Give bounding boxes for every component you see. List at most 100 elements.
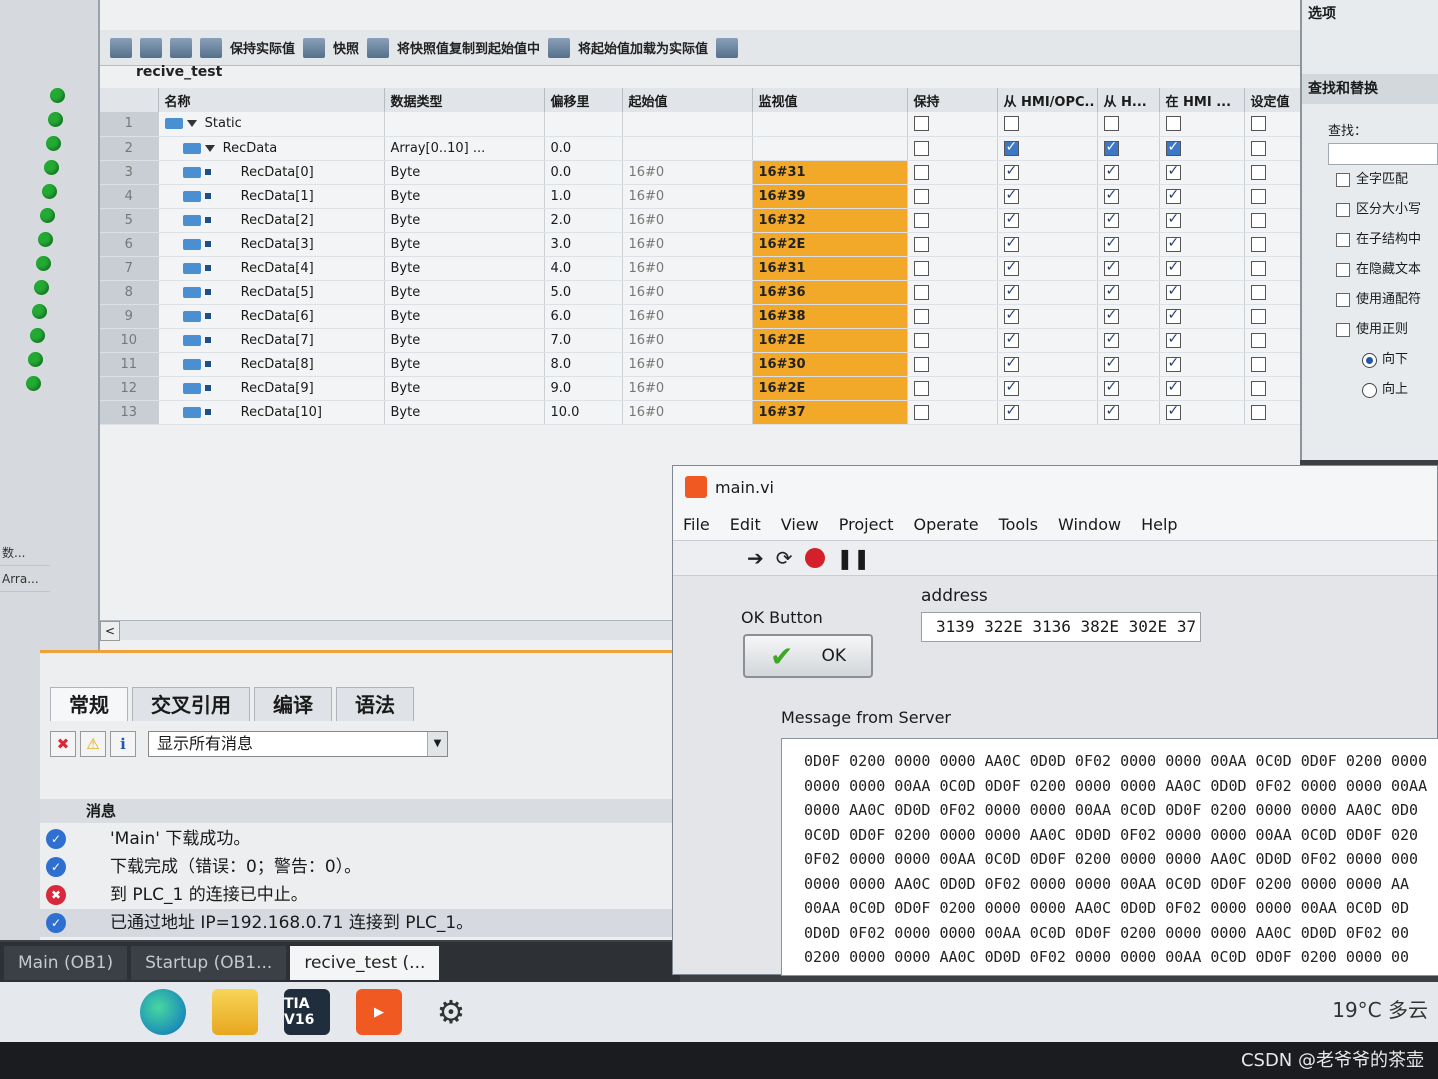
row-start-cell[interactable]: 16#0 — [622, 232, 753, 257]
h-checkbox[interactable] — [1103, 331, 1119, 348]
retain-checkbox[interactable] — [913, 236, 929, 252]
row-start-cell[interactable]: 16#0 — [622, 400, 753, 425]
message-row[interactable]: ✓ 已通过地址 IP=192.168.0.71 连接到 PLC_1。 — [40, 909, 680, 937]
table-row[interactable]: 11 RecData[8] Byte 8.0 16#0 16#30 — [100, 352, 1301, 377]
row-h-cell[interactable] — [1097, 376, 1160, 401]
row-type-cell[interactable]: Byte — [384, 208, 545, 233]
find-replace-header[interactable]: 查找和替换 — [1302, 74, 1438, 104]
setpoint-checkbox[interactable] — [1250, 356, 1266, 372]
row-hmi-cell[interactable] — [997, 304, 1098, 329]
menu-edit[interactable]: Edit — [730, 515, 761, 534]
message-row[interactable]: ✖ 到 PLC_1 的连接已中止。 — [40, 881, 680, 909]
in-hmi-checkbox[interactable] — [1165, 379, 1181, 396]
hmi-checkbox[interactable] — [1003, 139, 1019, 156]
row-in-hmi-cell[interactable] — [1159, 352, 1245, 377]
row-type-cell[interactable]: Byte — [384, 376, 545, 401]
error-filter-icon[interactable]: ✖ — [50, 731, 76, 757]
row-type-cell[interactable]: Byte — [384, 256, 545, 281]
row-h-cell[interactable] — [1097, 280, 1160, 305]
h-checkbox[interactable] — [1103, 355, 1119, 372]
hmi-checkbox[interactable] — [1003, 355, 1019, 372]
regex-option[interactable]: 使用正则 — [1302, 315, 1438, 345]
match-case-checkbox[interactable] — [1336, 203, 1350, 217]
row-type-cell[interactable]: Array[0..10] ... — [384, 136, 545, 161]
setpoint-checkbox[interactable] — [1250, 116, 1266, 132]
row-name-cell[interactable]: RecData[5] — [158, 280, 385, 305]
table-row[interactable]: 3 RecData[0] Byte 0.0 16#0 16#31 — [100, 160, 1301, 185]
row-retain-cell[interactable] — [907, 400, 998, 425]
row-hmi-cell[interactable] — [997, 208, 1098, 233]
whole-word-checkbox[interactable] — [1336, 173, 1350, 187]
row-type-cell[interactable]: Byte — [384, 328, 545, 353]
col-from-h[interactable]: 从 H... — [1097, 88, 1160, 112]
row-start-cell[interactable]: 16#0 — [622, 256, 753, 281]
table-row[interactable]: 13 RecData[10] Byte 10.0 16#0 16#37 — [100, 400, 1301, 425]
table-row[interactable]: 12 RecData[9] Byte 9.0 16#0 16#2E — [100, 376, 1301, 401]
insert-row-icon[interactable] — [140, 37, 162, 58]
row-hmi-cell[interactable] — [997, 280, 1098, 305]
row-retain-cell[interactable] — [907, 160, 998, 185]
row-setpoint-cell[interactable] — [1244, 136, 1301, 161]
monitor-icon[interactable] — [200, 37, 222, 58]
row-retain-cell[interactable] — [907, 232, 998, 257]
row-type-cell[interactable]: Byte — [384, 304, 545, 329]
copy-snapshot-button[interactable]: 将快照值复制到起始值中 — [397, 38, 540, 57]
row-type-cell[interactable]: Byte — [384, 280, 545, 305]
row-hmi-cell[interactable] — [997, 400, 1098, 425]
row-setpoint-cell[interactable] — [1244, 352, 1301, 377]
retain-checkbox[interactable] — [913, 140, 929, 156]
in-hmi-checkbox[interactable] — [1165, 163, 1181, 180]
col-from-hmi-opc[interactable]: 从 HMI/OPC.. — [997, 88, 1098, 112]
row-retain-cell[interactable] — [907, 184, 998, 209]
h-checkbox[interactable] — [1103, 235, 1119, 252]
wildcard-option[interactable]: 使用通配符 — [1302, 285, 1438, 315]
hmi-checkbox[interactable] — [1003, 403, 1019, 420]
row-setpoint-cell[interactable] — [1244, 400, 1301, 425]
hmi-checkbox[interactable] — [1003, 187, 1019, 204]
tab-recive-test[interactable]: recive_test (... — [290, 946, 440, 980]
row-h-cell[interactable] — [1097, 208, 1160, 233]
row-retain-cell[interactable] — [907, 328, 998, 353]
labview-titlebar[interactable]: main.vi — [673, 466, 1437, 508]
setpoint-checkbox[interactable] — [1250, 404, 1266, 420]
col-datatype[interactable]: 数据类型 — [384, 88, 545, 112]
retain-checkbox[interactable] — [913, 404, 929, 420]
row-hmi-cell[interactable] — [997, 112, 1098, 137]
menu-help[interactable]: Help — [1141, 515, 1177, 534]
row-type-cell[interactable]: Byte — [384, 232, 545, 257]
hmi-checkbox[interactable] — [1003, 283, 1019, 300]
col-retain[interactable]: 保持 — [907, 88, 998, 112]
h-checkbox[interactable] — [1103, 379, 1119, 396]
regex-checkbox[interactable] — [1336, 323, 1350, 337]
row-hmi-cell[interactable] — [997, 232, 1098, 257]
row-name-cell[interactable]: RecData[7] — [158, 328, 385, 353]
row-name-cell[interactable]: RecData[2] — [158, 208, 385, 233]
row-setpoint-cell[interactable] — [1244, 328, 1301, 353]
hmi-checkbox[interactable] — [1003, 235, 1019, 252]
retain-checkbox[interactable] — [913, 116, 929, 132]
row-setpoint-cell[interactable] — [1244, 160, 1301, 185]
row-name-cell[interactable]: Static — [158, 112, 385, 137]
row-in-hmi-cell[interactable] — [1159, 184, 1245, 209]
row-name-cell[interactable]: RecData[0] — [158, 160, 385, 185]
row-setpoint-cell[interactable] — [1244, 184, 1301, 209]
setpoint-checkbox[interactable] — [1250, 140, 1266, 156]
row-name-cell[interactable]: RecData[9] — [158, 376, 385, 401]
row-retain-cell[interactable] — [907, 376, 998, 401]
row-h-cell[interactable] — [1097, 328, 1160, 353]
retain-checkbox[interactable] — [913, 380, 929, 396]
row-start-cell[interactable]: 16#0 — [622, 352, 753, 377]
row-h-cell[interactable] — [1097, 400, 1160, 425]
table-row[interactable]: 8 RecData[5] Byte 5.0 16#0 16#36 — [100, 280, 1301, 305]
col-setpoint[interactable]: 设定值 — [1244, 88, 1301, 112]
copy-icon[interactable] — [367, 37, 390, 58]
chevron-down-icon[interactable]: ▼ — [427, 732, 447, 756]
message-row[interactable]: ✓ 下载完成（错误：0；警告：0）。 — [40, 853, 680, 881]
row-type-cell[interactable]: Byte — [384, 184, 545, 209]
h-checkbox[interactable] — [1103, 163, 1119, 180]
hmi-checkbox[interactable] — [1003, 331, 1019, 348]
row-hmi-cell[interactable] — [997, 184, 1098, 209]
pause-icon[interactable]: ❚❚ — [837, 546, 871, 570]
menu-operate[interactable]: Operate — [913, 515, 978, 534]
tab-syntax[interactable]: 语法 — [336, 687, 414, 721]
